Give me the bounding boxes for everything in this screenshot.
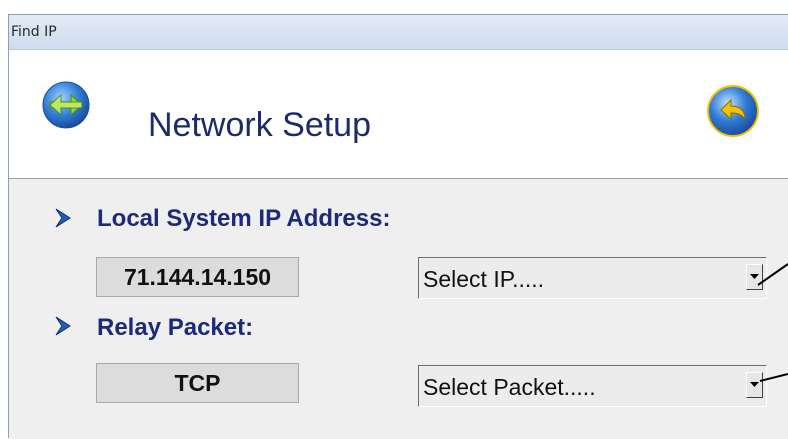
select-ip-value: Select IP..... [423, 266, 545, 292]
back-button[interactable] [706, 84, 760, 138]
title-bar: Find IP [9, 15, 788, 50]
settings-section: Local System IP Address: 71.144.14.150 S… [9, 179, 788, 439]
window-title: Find IP [11, 24, 57, 40]
select-packet-arrow-button[interactable] [746, 372, 763, 398]
chevron-right-icon [55, 208, 71, 228]
local-ip-label: Local System IP Address: [97, 205, 391, 232]
chevron-down-icon [750, 382, 759, 387]
select-packet-dropdown[interactable]: Select Packet..... [418, 365, 767, 407]
select-ip-arrow-button[interactable] [746, 264, 763, 290]
chevron-right-icon [55, 316, 71, 336]
network-arrows-icon [42, 81, 90, 129]
find-ip-window: Find IP Network Setup Local System IP Ad… [8, 14, 788, 439]
select-ip-dropdown[interactable]: Select IP..... [418, 257, 767, 299]
header-panel: Network Setup [9, 50, 788, 179]
relay-packet-value: TCP [96, 363, 299, 403]
select-packet-value: Select Packet..... [423, 374, 596, 400]
page-title: Network Setup [148, 106, 371, 144]
chevron-down-icon [750, 274, 759, 279]
local-ip-value: 71.144.14.150 [96, 257, 299, 297]
relay-packet-label: Relay Packet: [97, 314, 254, 341]
